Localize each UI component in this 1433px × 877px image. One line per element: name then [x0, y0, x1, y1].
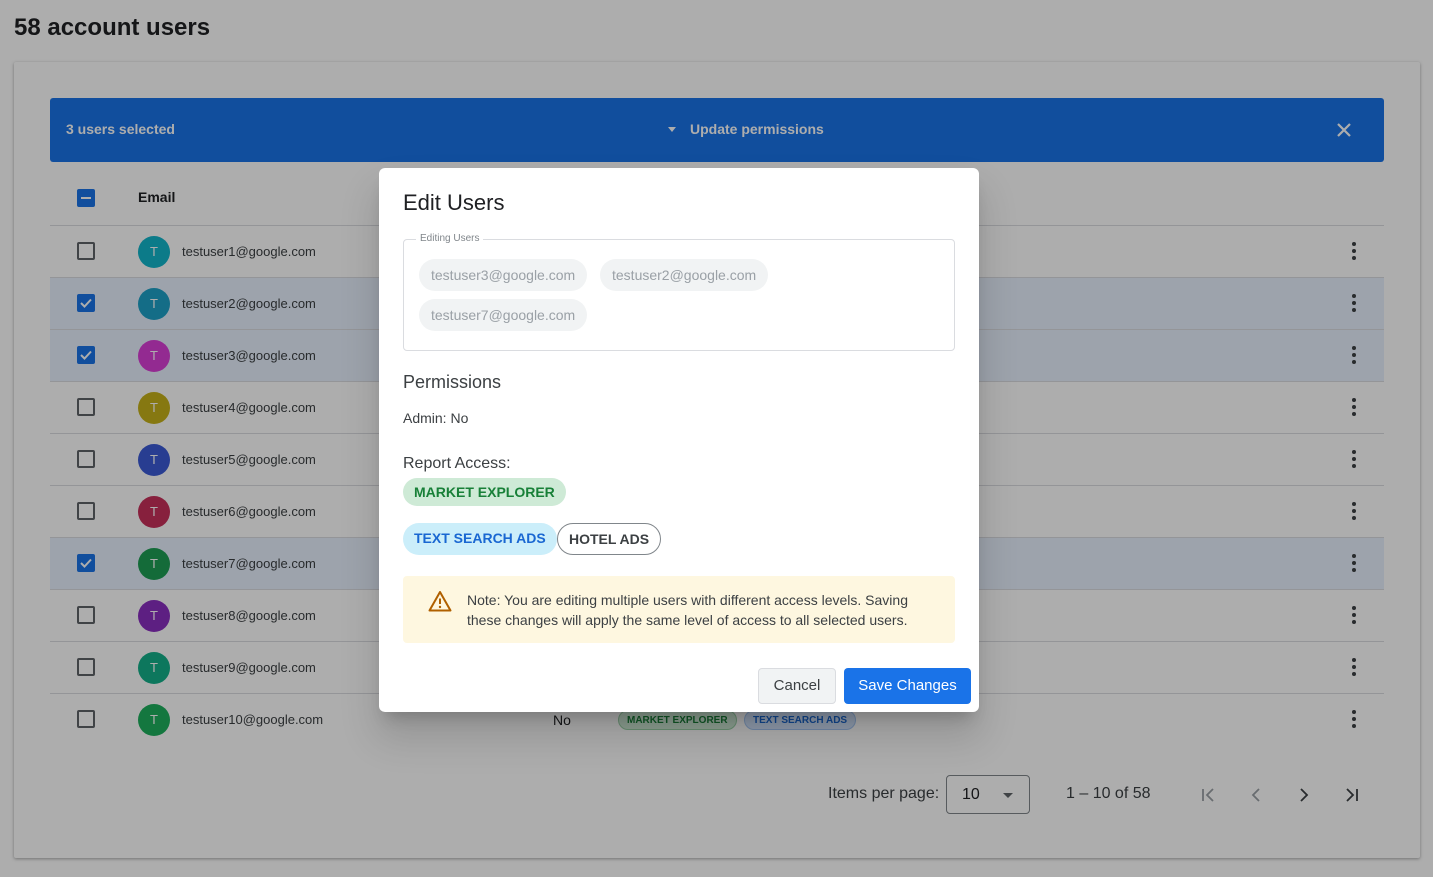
- user-chip: testuser3@google.com: [419, 259, 588, 291]
- permissions-heading: Permissions: [403, 372, 502, 392]
- editing-users-field: Editing Users testuser3@google.com testu…: [403, 233, 955, 351]
- multi-edit-note: Note: You are editing multiple users wit…: [403, 576, 955, 643]
- edit-users-dialog: Edit Users Editing Users testuser3@googl…: [379, 168, 979, 712]
- chip-text-search-ads[interactable]: TEXT SEARCH ADS: [403, 523, 557, 555]
- dialog-title: Edit Users: [403, 190, 505, 215]
- warning-icon: [428, 591, 452, 612]
- user-chip: testuser7@google.com: [419, 299, 588, 331]
- cancel-button[interactable]: Cancel: [758, 668, 836, 704]
- admin-status: Admin: No: [403, 410, 469, 426]
- chip-hotel-ads[interactable]: HOTEL ADS: [557, 523, 662, 555]
- save-changes-button[interactable]: Save Changes: [844, 668, 971, 704]
- chip-market-explorer[interactable]: MARKET EXPLORER: [403, 478, 566, 506]
- report-access-label: Report Access:: [403, 455, 511, 472]
- note-text: Note: You are editing multiple users wit…: [467, 592, 908, 628]
- user-chip: testuser2@google.com: [600, 259, 769, 291]
- editing-users-legend: Editing Users: [416, 233, 484, 244]
